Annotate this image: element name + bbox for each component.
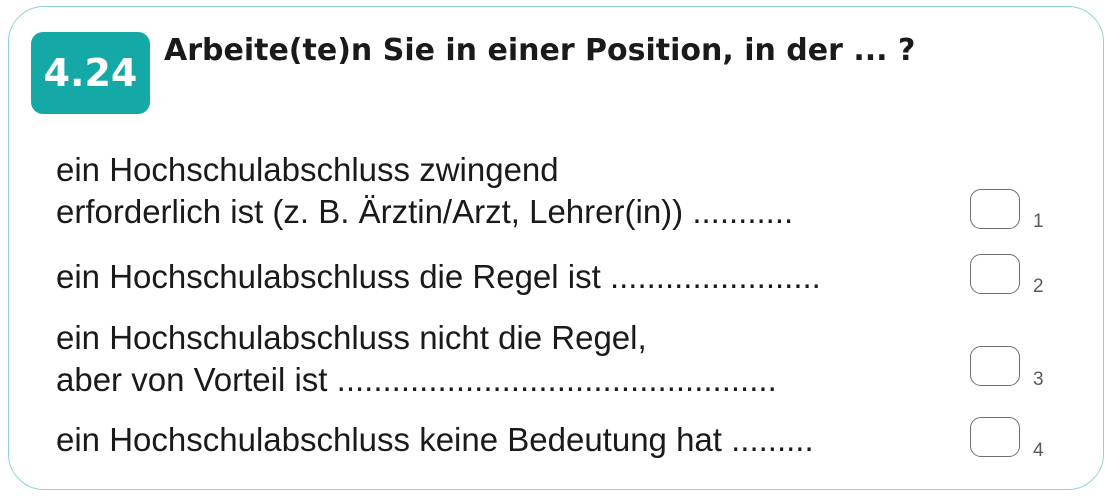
answer-option-1-label: ein Hochschulabschluss zwingend erforder… [56, 149, 793, 233]
question-card [8, 6, 1104, 490]
answer-option-2-checkbox[interactable] [970, 254, 1020, 294]
answer-option-1-checkbox[interactable] [970, 189, 1020, 229]
answer-option-3-line-2: aber von Vorteil ist ...................… [56, 361, 777, 398]
question-number: 4.24 [43, 51, 138, 95]
answer-option-3-label: ein Hochschulabschluss nicht die Regel, … [56, 317, 777, 401]
answer-option-4-label: ein Hochschulabschluss keine Bedeutung h… [56, 419, 814, 461]
answer-option-4-line-1: ein Hochschulabschluss keine Bedeutung h… [56, 421, 814, 458]
answer-option-1-line-2: erforderlich ist (z. B. Ärztin/Arzt, Leh… [56, 193, 794, 230]
answer-option-4-checkbox[interactable] [970, 417, 1020, 457]
answer-option-3-code: 3 [1033, 369, 1044, 390]
question-text: Arbeite(te)n Sie in einer Position, in d… [164, 33, 916, 68]
answer-option-3-line-1: ein Hochschulabschluss nicht die Regel, [56, 319, 647, 356]
question-number-badge: 4.24 [31, 32, 150, 114]
answer-option-4-code: 4 [1033, 440, 1044, 461]
answer-option-2-label: ein Hochschulabschluss die Regel ist ...… [56, 256, 821, 298]
answer-option-1-line-1: ein Hochschulabschluss zwingend [56, 151, 559, 188]
answer-option-2-line-1: ein Hochschulabschluss die Regel ist ...… [56, 258, 821, 295]
answer-option-2-code: 2 [1033, 276, 1044, 297]
answer-option-3-checkbox[interactable] [970, 346, 1020, 386]
answer-option-1-code: 1 [1033, 211, 1044, 232]
